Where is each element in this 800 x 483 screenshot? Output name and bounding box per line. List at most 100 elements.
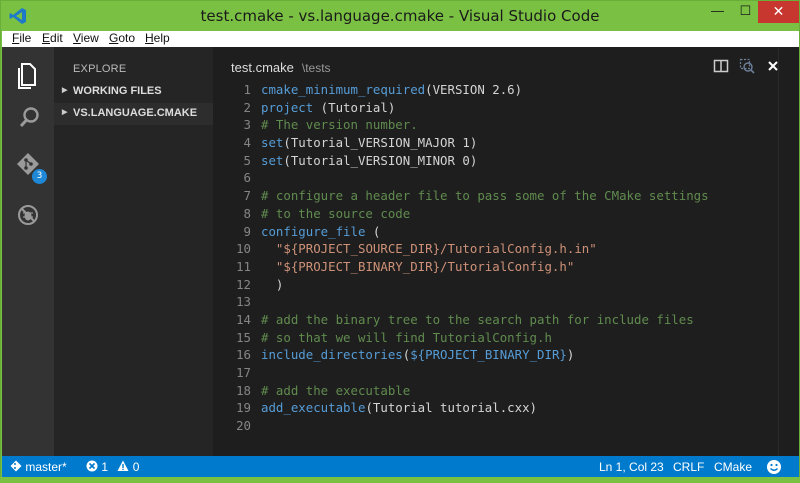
- code-token: ): [566, 347, 575, 363]
- line-number: 20: [236, 418, 251, 434]
- code-token: (: [365, 223, 381, 239]
- code-line[interactable]: 15 # so that we will find TutorialConfig.…: [213, 329, 778, 347]
- code-line[interactable]: 16 include_directories(${PROJECT_BINARY_D…: [213, 346, 778, 364]
- code-text: add_executable(Tutorial tutorial.cxx): [261, 399, 537, 417]
- status-bar: master* 1 0 Ln 1, Col 23 CRLF CMake: [2, 456, 799, 478]
- branch-name: master*: [25, 460, 67, 474]
- cursor-position[interactable]: Ln 1, Col 23: [599, 460, 664, 474]
- debug-icon: [18, 205, 38, 225]
- menu-file[interactable]: File: [12, 31, 31, 46]
- code-line[interactable]: 14 # add the binary tree to the search pa…: [213, 311, 778, 329]
- menu-help[interactable]: Help: [145, 31, 170, 46]
- activity-bar: 3: [2, 47, 54, 456]
- code-line[interactable]: 4 set(Tutorial_VERSION_MAJOR 1): [213, 134, 778, 152]
- menu-file-label: ile: [19, 31, 32, 45]
- code-text: # configure a header file to pass some o…: [261, 187, 709, 205]
- code-line[interactable]: 20: [213, 417, 778, 435]
- code-text: # add the executable: [261, 382, 410, 400]
- code-token: (Tutorial): [313, 99, 396, 115]
- code-line[interactable]: 8 # to the source code: [213, 205, 778, 223]
- explorer-sidebar: EXPLORE ▶ WORKING FILES ▶ VS.LANGUAGE.CM…: [54, 47, 213, 456]
- project-folder-section[interactable]: ▶ VS.LANGUAGE.CMAKE: [54, 103, 213, 125]
- feedback-smiley-icon[interactable]: [766, 459, 782, 475]
- code-token: set: [261, 152, 284, 168]
- language-mode[interactable]: CMake: [714, 460, 752, 474]
- line-number: 2: [243, 99, 251, 115]
- menu-edit-accelerator: E: [42, 31, 51, 45]
- code-line[interactable]: 13: [213, 293, 778, 311]
- error-icon: [86, 460, 98, 472]
- menu-view[interactable]: View: [73, 31, 99, 46]
- line-number: 6: [243, 170, 251, 186]
- problems-status[interactable]: 1 0: [86, 460, 139, 474]
- expand-arrow-icon: ▶: [62, 109, 68, 116]
- menu-edit-label: dit: [50, 31, 63, 45]
- line-ending[interactable]: CRLF: [673, 460, 704, 474]
- line-number: 15: [236, 329, 251, 345]
- code-token: # so that we will find TutorialConfig.h: [261, 329, 552, 345]
- code-line[interactable]: 5 set(Tutorial_VERSION_MINOR 0): [213, 152, 778, 170]
- error-count: 1: [101, 460, 109, 474]
- code-line[interactable]: 1 cmake_minimum_required(VERSION 2.6): [213, 81, 778, 99]
- activity-git[interactable]: 3: [2, 147, 54, 187]
- git-branch-icon: [10, 460, 22, 472]
- activity-search[interactable]: [2, 99, 54, 139]
- explorer-header: EXPLORE: [73, 63, 127, 75]
- code-token: (Tutorial_VERSION_MAJOR 1): [283, 135, 478, 151]
- open-changes-icon[interactable]: [739, 58, 755, 74]
- activity-explorer[interactable]: [2, 55, 54, 95]
- line-number: 5: [243, 152, 251, 168]
- code-line[interactable]: 11 "${PROJECT_BINARY_DIR}/TutorialConfig…: [213, 258, 778, 276]
- code-token: # to the source code: [261, 205, 411, 221]
- code-token: add_executable: [261, 400, 366, 416]
- code-text: "${PROJECT_SOURCE_DIR}/TutorialConfig.h.…: [261, 240, 597, 258]
- code-text: configure_file (: [261, 223, 380, 241]
- code-token: configure_file: [261, 223, 366, 239]
- code-token: (Tutorial_VERSION_MINOR 0): [283, 152, 478, 168]
- menu-bar: File Edit View Goto Help: [2, 31, 799, 47]
- code-token: # add the binary tree to the search path…: [261, 311, 694, 327]
- code-line[interactable]: 3 # The version number.: [213, 116, 778, 134]
- menu-help-label: elp: [153, 31, 170, 45]
- code-line[interactable]: 6: [213, 169, 778, 187]
- code-line[interactable]: 12 ): [213, 276, 778, 294]
- title-bar: test.cmake - vs.language.cmake - Visual …: [1, 1, 799, 31]
- code-text: "${PROJECT_BINARY_DIR}/TutorialConfig.h": [261, 258, 574, 276]
- menu-help-accelerator: H: [145, 31, 154, 45]
- code-token: set: [261, 135, 284, 151]
- line-number: 19: [236, 400, 251, 416]
- minimize-button[interactable]: —: [704, 1, 731, 23]
- code-line[interactable]: 2 project (Tutorial): [213, 99, 778, 117]
- app-window: test.cmake - vs.language.cmake - Visual …: [0, 0, 800, 483]
- code-line[interactable]: 19 add_executable(Tutorial tutorial.cxx): [213, 399, 778, 417]
- maximize-button[interactable]: ☐: [732, 1, 759, 23]
- code-line[interactable]: 10 "${PROJECT_SOURCE_DIR}/TutorialConfig…: [213, 240, 778, 258]
- warning-count: 0: [132, 460, 140, 474]
- code-area[interactable]: 1 cmake_minimum_required(VERSION 2.6) 2 pro…: [213, 81, 778, 435]
- split-editor-icon[interactable]: [713, 58, 729, 74]
- working-files-section[interactable]: ▶ WORKING FILES: [54, 81, 213, 103]
- code-line[interactable]: 7 # configure a header file to pass some …: [213, 187, 778, 205]
- code-token: ): [261, 276, 284, 292]
- line-number: 16: [236, 347, 251, 363]
- editor-scrollbar[interactable]: [778, 47, 799, 456]
- code-line[interactable]: 18 # add the executable: [213, 382, 778, 400]
- close-window-button[interactable]: ✕: [758, 1, 799, 23]
- code-text: cmake_minimum_required(VERSION 2.6): [261, 81, 522, 99]
- line-number: 1: [243, 82, 251, 97]
- line-number: 3: [243, 117, 251, 133]
- menu-edit[interactable]: Edit: [42, 31, 63, 46]
- line-number: 12: [236, 276, 251, 292]
- menu-goto-label: oto: [118, 31, 136, 45]
- branch-status[interactable]: master*: [10, 460, 67, 474]
- activity-debug[interactable]: [2, 195, 54, 235]
- code-text: # The version number.: [261, 116, 418, 134]
- line-number: 8: [243, 205, 251, 221]
- window-title: test.cmake - vs.language.cmake - Visual …: [200, 7, 600, 25]
- code-line[interactable]: 17: [213, 364, 778, 382]
- code-line[interactable]: 9 configure_file (: [213, 223, 778, 241]
- line-number: 7: [243, 188, 251, 204]
- menu-goto[interactable]: Goto: [109, 31, 135, 46]
